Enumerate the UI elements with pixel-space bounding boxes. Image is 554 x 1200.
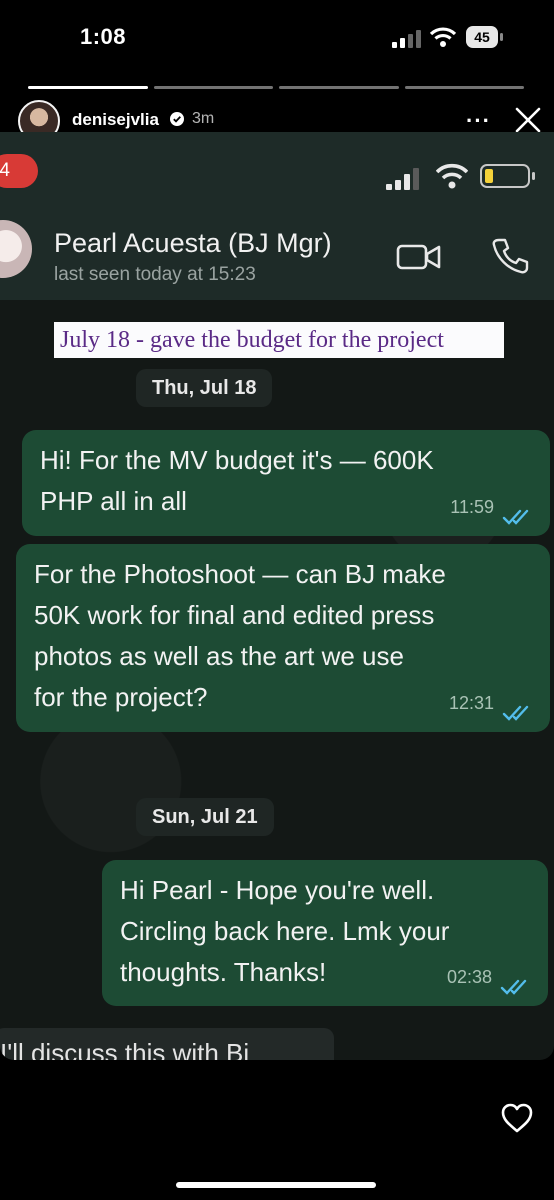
message-bubble[interactable]: For the Photoshoot — can BJ make 50K wor… [16, 544, 550, 732]
story-progress [28, 86, 524, 89]
read-receipt-icon [502, 705, 529, 721]
close-icon[interactable] [514, 106, 542, 134]
contact-name[interactable]: Pearl Acuesta (BJ Mgr) [54, 228, 332, 259]
battery-icon: 45 [466, 26, 506, 48]
date-separator: Thu, Jul 18 [136, 369, 273, 407]
partial-message-text: I'll discuss this with Bj [0, 1038, 250, 1060]
message-time: 12:31 [448, 693, 494, 713]
read-receipt-icon [500, 979, 527, 995]
cellular-signal-icon [386, 168, 419, 190]
message-time: 11:59 [450, 497, 494, 517]
progress-segment [153, 86, 273, 89]
phone-call-icon[interactable] [490, 236, 530, 276]
story-screenshot: 4 Pearl Acuesta (BJ Mgr) last seen today… [0, 132, 554, 1060]
message-bubble[interactable]: Hi Pearl - Hope you're well. Circling ba… [102, 860, 548, 1006]
partial-message-bubble: I'll discuss this with Bj [0, 1028, 334, 1060]
story-time-ago: 3m [192, 110, 215, 127]
story-username[interactable]: denisejvlia [72, 110, 159, 130]
video-call-icon[interactable] [396, 242, 442, 272]
progress-segment [279, 86, 399, 89]
battery-level: 45 [466, 26, 498, 48]
home-indicator[interactable] [176, 1182, 376, 1188]
progress-segment [404, 86, 524, 89]
message-text: Hi Pearl - Hope you're well. Circling ba… [120, 875, 450, 987]
message-bubble[interactable]: Hi! For the MV budget it's — 600K PHP al… [22, 430, 550, 536]
message-time: 02:38 [446, 967, 492, 987]
read-receipt-icon [502, 509, 529, 525]
battery-icon [480, 164, 535, 188]
unread-badge: 4 [0, 154, 38, 188]
date-separator: Sun, Jul 21 [136, 798, 274, 836]
cellular-signal-icon [392, 30, 421, 48]
more-options-icon[interactable]: ··· [466, 108, 491, 134]
wifi-icon [430, 27, 456, 47]
contact-last-seen: last seen today at 15:23 [54, 264, 256, 285]
heart-icon[interactable] [500, 1102, 534, 1134]
status-time: 1:08 [80, 24, 127, 49]
progress-segment [28, 86, 148, 89]
annotation-note: July 18 - gave the budget for the projec… [54, 322, 504, 358]
verified-badge-icon [170, 112, 184, 126]
message-text: Hi! For the MV budget it's — 600K PHP al… [40, 445, 434, 516]
message-text: For the Photoshoot — can BJ make 50K wor… [34, 559, 446, 712]
wifi-icon [436, 163, 468, 189]
